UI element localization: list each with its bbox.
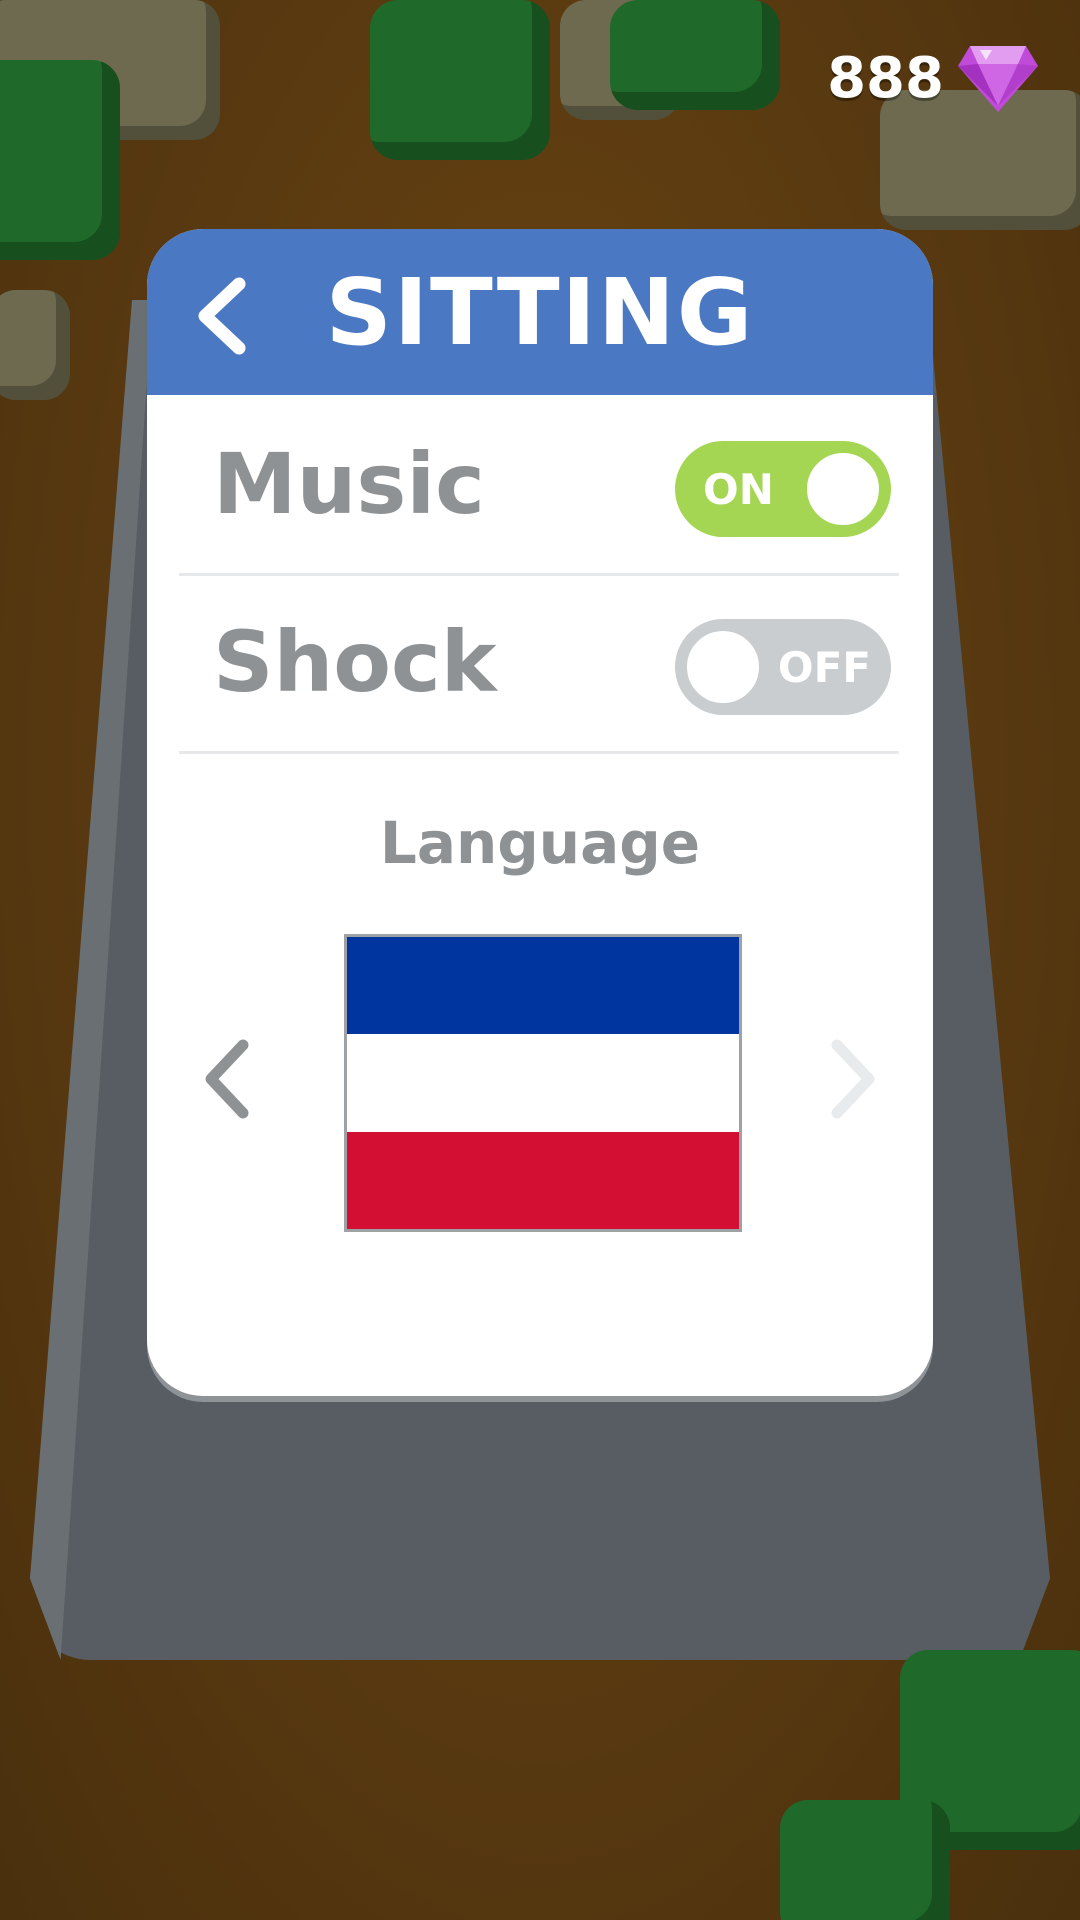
chevron-left-icon [205, 1039, 249, 1119]
toggle-knob [803, 449, 883, 529]
gem-icon [958, 46, 1038, 112]
settings-title: SITTING [325, 258, 755, 366]
shock-toggle-state: OFF [777, 642, 871, 692]
shock-row: Shock OFF [179, 573, 899, 754]
gem-counter: 888 [827, 38, 1040, 118]
tree [780, 1800, 950, 1920]
music-label: Music [213, 435, 485, 533]
shock-toggle[interactable]: OFF [675, 619, 891, 715]
music-row: Music ON [179, 395, 899, 576]
chevron-right-icon [831, 1039, 875, 1119]
flag-stripe-bottom [347, 1131, 739, 1229]
tree [0, 60, 120, 260]
shock-label: Shock [213, 613, 497, 711]
settings-panel: SITTING Music ON Shock OFF Language [147, 229, 933, 1396]
language-flag [344, 934, 742, 1232]
tree [610, 0, 780, 110]
rock [0, 290, 70, 400]
tree [370, 0, 550, 160]
music-toggle[interactable]: ON [675, 441, 891, 537]
back-button[interactable] [181, 271, 261, 361]
language-prev-button[interactable] [187, 1029, 267, 1129]
language-label: Language [379, 809, 701, 877]
flag-stripe-top [347, 937, 739, 1035]
gem-count: 888 [827, 45, 944, 111]
music-toggle-state: ON [703, 464, 774, 514]
settings-header: SITTING [147, 229, 933, 395]
flag-stripe-middle [347, 1034, 739, 1132]
language-next-button[interactable] [813, 1029, 893, 1129]
toggle-knob [683, 627, 763, 707]
chevron-left-icon [198, 277, 246, 355]
